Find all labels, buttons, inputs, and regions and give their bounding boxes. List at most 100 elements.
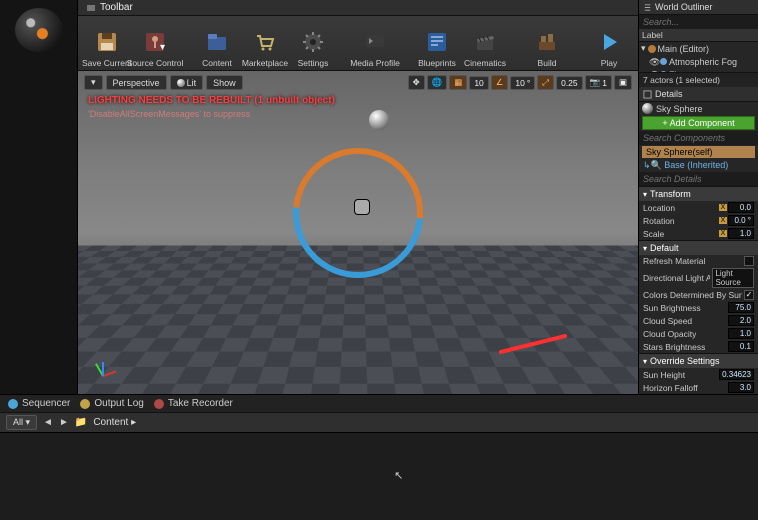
- cinematics-button[interactable]: Cinematics: [462, 18, 508, 70]
- angle-snap-value[interactable]: 10°: [510, 76, 535, 90]
- outliner-search-input[interactable]: [639, 15, 758, 29]
- cloud-speed-input[interactable]: 2.0: [728, 315, 754, 326]
- add-component-button[interactable]: + Add Component: [642, 116, 755, 130]
- directional-light-dropdown[interactable]: Light Source: [712, 268, 754, 288]
- prop-rotation: RotationX0.0 °: [639, 214, 758, 227]
- component-base[interactable]: ↳🔍 Base (Inherited): [639, 159, 758, 172]
- outliner-column-label[interactable]: Label: [639, 29, 666, 41]
- outliner-root[interactable]: ▾Main (Editor): [639, 42, 758, 55]
- lit-button[interactable]: Lit: [170, 75, 204, 90]
- media-profile-button[interactable]: Media Profile: [352, 18, 398, 70]
- left-sidebar: [0, 0, 78, 394]
- details-search-input[interactable]: [639, 172, 758, 186]
- prop-stars-brightness: Stars Brightness0.1: [639, 340, 758, 353]
- cloud-opacity-input[interactable]: 1.0: [728, 328, 754, 339]
- transform-mode-button[interactable]: ✥: [408, 75, 425, 90]
- gear-icon: [299, 28, 327, 56]
- camera-icon: 📷: [590, 77, 601, 88]
- tab-take-recorder[interactable]: Take Recorder: [154, 398, 233, 409]
- world-outliner-header[interactable]: World Outliner: [639, 0, 758, 15]
- component-root[interactable]: Sky Sphere(self): [642, 146, 755, 158]
- content-browser-area[interactable]: ↖: [0, 432, 758, 520]
- actor-icon: [660, 58, 667, 65]
- content-browser-bar: All ▾ ◄ ► 📁 Content ▸: [0, 412, 758, 432]
- blueprint-icon: [423, 28, 451, 56]
- sun-height-input[interactable]: 0.34623: [719, 369, 754, 380]
- prop-cloud-speed: Cloud Speed2.0: [639, 314, 758, 327]
- rotation-x-input[interactable]: 0.0 °: [728, 215, 754, 226]
- refresh-material-checkbox[interactable]: [744, 256, 754, 266]
- eye-icon[interactable]: 👁: [649, 57, 658, 66]
- right-panel: World Outliner Label ▾Main (Editor) 👁Atm…: [638, 0, 758, 394]
- grid-snap-toggle[interactable]: ▦: [449, 75, 467, 90]
- outliner-summary: 7 actors (1 selected): [639, 72, 758, 87]
- maximize-viewport-button[interactable]: ▣: [614, 75, 632, 90]
- coord-space-button[interactable]: 🌐: [427, 75, 448, 90]
- sphere-icon: [177, 79, 185, 87]
- cart-icon: [251, 28, 279, 56]
- section-default[interactable]: Default: [639, 240, 758, 255]
- build-button[interactable]: Build: [524, 18, 570, 70]
- tab-sequencer[interactable]: Sequencer: [8, 398, 70, 409]
- prop-colors-by-sun: Colors Determined By Sun: [639, 289, 758, 301]
- breadcrumb[interactable]: Content ▸: [93, 417, 136, 428]
- save-current-button[interactable]: Save Current: [84, 18, 130, 70]
- prop-refresh-material: Refresh Material: [639, 255, 758, 267]
- nav-fwd-icon[interactable]: ►: [59, 417, 69, 428]
- details-icon: [643, 90, 652, 99]
- scale-snap-toggle[interactable]: ⤢: [537, 75, 554, 90]
- details-header[interactable]: Details: [639, 87, 758, 102]
- toolbar-header: Toolbar: [78, 0, 638, 16]
- grid-snap-value[interactable]: 10: [469, 76, 488, 90]
- rotation-gizmo[interactable]: [293, 148, 423, 278]
- play-button[interactable]: Play: [586, 18, 632, 70]
- colors-by-sun-checkbox[interactable]: [744, 290, 754, 300]
- blueprints-button[interactable]: Blueprints: [414, 18, 460, 70]
- settings-button[interactable]: Settings: [290, 18, 336, 70]
- prop-location: LocationX0.0: [639, 201, 758, 214]
- source-control-button[interactable]: ▾ Source Control: [132, 18, 178, 70]
- actor-sphere-icon: [642, 103, 653, 114]
- build-icon: [533, 28, 561, 56]
- viewport[interactable]: ▾ Perspective Lit Show LIGHTING NEEDS TO…: [78, 71, 638, 394]
- scale-x-input[interactable]: 1.0: [728, 228, 754, 239]
- prop-directional-light: Directional Light ActorLight Source: [639, 267, 758, 289]
- nav-back-icon[interactable]: ◄: [43, 417, 53, 428]
- cursor-icon: ↖: [394, 469, 403, 482]
- lighting-warning: LIGHTING NEEDS TO BE REBUILT (1 unbuilt …: [88, 95, 335, 106]
- tab-output-log[interactable]: Output Log: [80, 398, 143, 409]
- horizon-falloff-input[interactable]: 3.0: [728, 382, 754, 393]
- app-logo: [15, 8, 63, 52]
- marketplace-button[interactable]: Marketplace: [242, 18, 288, 70]
- content-button[interactable]: Content: [194, 18, 240, 70]
- scale-snap-value[interactable]: 0.25: [556, 76, 583, 90]
- components-search-input[interactable]: [639, 131, 758, 145]
- record-icon: [154, 399, 164, 409]
- viewport-menu-button[interactable]: ▾: [84, 75, 103, 90]
- world-outliner-tree[interactable]: ▾Main (Editor) 👁Atmospheric Fog 👁Floor 👁…: [639, 42, 758, 72]
- filter-all-button[interactable]: All ▾: [6, 415, 37, 430]
- axis-x-icon: X: [719, 230, 727, 237]
- prop-cloud-opacity: Cloud Opacity1.0: [639, 327, 758, 340]
- maximize-icon: ▣: [619, 77, 627, 88]
- play-icon: [595, 28, 623, 56]
- floppy-icon: [93, 28, 121, 56]
- log-icon: [80, 399, 90, 409]
- grid-icon: ▦: [454, 77, 462, 88]
- show-button[interactable]: Show: [206, 75, 243, 90]
- toolbar-title: Toolbar: [100, 2, 133, 13]
- section-transform[interactable]: Transform: [639, 186, 758, 201]
- perspective-button[interactable]: Perspective: [106, 75, 167, 90]
- angle-snap-toggle[interactable]: ∠: [491, 75, 509, 90]
- clapper-icon: [471, 28, 499, 56]
- stars-brightness-input[interactable]: 0.1: [728, 341, 754, 352]
- camera-speed-button[interactable]: 📷 1: [585, 75, 612, 90]
- axis-indicator: [88, 356, 116, 384]
- outliner-item-atmosphericfog[interactable]: 👁Atmospheric Fog: [639, 55, 758, 68]
- section-override[interactable]: Override Settings: [639, 353, 758, 368]
- world-icon: [648, 45, 656, 53]
- chevron-down-icon: ▾: [641, 43, 646, 54]
- location-x-input[interactable]: 0.0: [728, 202, 754, 213]
- sun-brightness-input[interactable]: 75.0: [728, 302, 754, 313]
- axis-x-icon: X: [719, 204, 727, 211]
